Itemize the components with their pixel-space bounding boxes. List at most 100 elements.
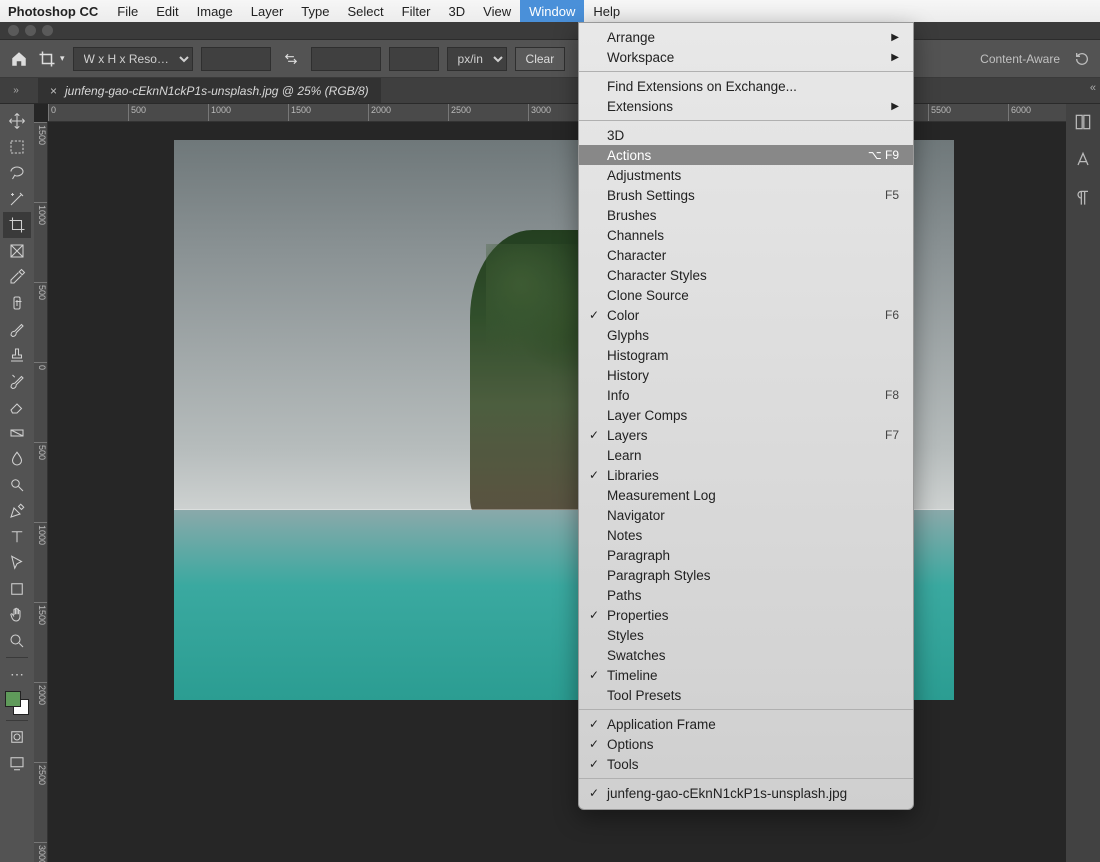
menuitem-notes[interactable]: Notes — [579, 525, 913, 545]
history-brush-tool[interactable] — [3, 368, 31, 394]
menuitem-tools[interactable]: ✓Tools — [579, 754, 913, 774]
stamp-tool[interactable] — [3, 342, 31, 368]
quickmask-button[interactable] — [3, 724, 31, 750]
menuitem-brush-settings[interactable]: Brush SettingsF5 — [579, 185, 913, 205]
document-tabbar: × junfeng-gao-cEknN1ckP1s-unsplash.jpg @… — [0, 78, 1100, 104]
move-tool[interactable] — [3, 108, 31, 134]
traffic-close-icon[interactable] — [8, 25, 19, 36]
hand-tool[interactable] — [3, 602, 31, 628]
paragraph-panel-icon[interactable] — [1073, 188, 1093, 208]
menuitem-extensions[interactable]: Extensions▶ — [579, 96, 913, 116]
edit-toolbar-button[interactable]: ⋯ — [3, 661, 31, 687]
menu-help[interactable]: Help — [584, 0, 629, 22]
document-tab[interactable]: × junfeng-gao-cEknN1ckP1s-unsplash.jpg @… — [38, 78, 381, 103]
panel-fold-icon[interactable]: » — [0, 80, 32, 100]
adjustments-panel-icon[interactable] — [1073, 112, 1093, 132]
menuitem-glyphs[interactable]: Glyphs — [579, 325, 913, 345]
zoom-tool[interactable] — [3, 628, 31, 654]
reset-icon[interactable] — [1072, 49, 1092, 69]
ruler-vertical: 150010005000500100015002000250030003500 — [34, 122, 48, 862]
menuitem-libraries[interactable]: ✓Libraries — [579, 465, 913, 485]
menuitem-measurement-log[interactable]: Measurement Log — [579, 485, 913, 505]
menu-image[interactable]: Image — [188, 0, 242, 22]
frame-tool[interactable] — [3, 238, 31, 264]
ratio-preset-select[interactable]: W x H x Reso… — [73, 47, 193, 71]
menuitem-styles[interactable]: Styles — [579, 625, 913, 645]
healing-tool[interactable] — [3, 290, 31, 316]
menuitem-swatches[interactable]: Swatches — [579, 645, 913, 665]
menuitem-workspace[interactable]: Workspace▶ — [579, 47, 913, 67]
menuitem-adjustments[interactable]: Adjustments — [579, 165, 913, 185]
brush-tool[interactable] — [3, 316, 31, 342]
foreground-color-swatch[interactable] — [5, 691, 21, 707]
close-tab-icon[interactable]: × — [50, 84, 57, 98]
menuitem-color[interactable]: ✓ColorF6 — [579, 305, 913, 325]
pen-tool[interactable] — [3, 498, 31, 524]
menuitem-layers[interactable]: ✓LayersF7 — [579, 425, 913, 445]
menuitem-navigator[interactable]: Navigator — [579, 505, 913, 525]
menuitem-options[interactable]: ✓Options — [579, 734, 913, 754]
crop-tool[interactable] — [3, 212, 31, 238]
menuitem-learn[interactable]: Learn — [579, 445, 913, 465]
menuitem-find-extensions-on-exchange-[interactable]: Find Extensions on Exchange... — [579, 76, 913, 96]
marquee-tool[interactable] — [3, 134, 31, 160]
menu-layer[interactable]: Layer — [242, 0, 293, 22]
right-dock — [1066, 104, 1100, 862]
menuitem-timeline[interactable]: ✓Timeline — [579, 665, 913, 685]
menuitem-tool-presets[interactable]: Tool Presets — [579, 685, 913, 705]
menuitem-histogram[interactable]: Histogram — [579, 345, 913, 365]
menuitem-application-frame[interactable]: ✓Application Frame — [579, 714, 913, 734]
menu-select[interactable]: Select — [338, 0, 392, 22]
crop-tool-indicator[interactable]: ▾ — [38, 50, 65, 68]
traffic-min-icon[interactable] — [25, 25, 36, 36]
menuitem-clone-source[interactable]: Clone Source — [579, 285, 913, 305]
menuitem-paths[interactable]: Paths — [579, 585, 913, 605]
width-input[interactable] — [201, 47, 271, 71]
menu-filter[interactable]: Filter — [393, 0, 440, 22]
eraser-tool[interactable] — [3, 394, 31, 420]
dodge-tool[interactable] — [3, 472, 31, 498]
menuitem-3d[interactable]: 3D — [579, 125, 913, 145]
menuitem-channels[interactable]: Channels — [579, 225, 913, 245]
menu-view[interactable]: View — [474, 0, 520, 22]
gradient-tool[interactable] — [3, 420, 31, 446]
menuitem-properties[interactable]: ✓Properties — [579, 605, 913, 625]
height-input[interactable] — [311, 47, 381, 71]
eyedropper-tool[interactable] — [3, 264, 31, 290]
shape-tool[interactable] — [3, 576, 31, 602]
unit-select[interactable]: px/in — [447, 47, 507, 71]
menuitem-brushes[interactable]: Brushes — [579, 205, 913, 225]
menuitem-junfeng-gao-ceknn1ckp1s-unsplash-jpg[interactable]: ✓junfeng-gao-cEknN1ckP1s-unsplash.jpg — [579, 783, 913, 803]
menu-3d[interactable]: 3D — [440, 0, 475, 22]
resolution-input[interactable] — [389, 47, 439, 71]
screenmode-button[interactable] — [3, 750, 31, 776]
path-select-tool[interactable] — [3, 550, 31, 576]
menuitem-layer-comps[interactable]: Layer Comps — [579, 405, 913, 425]
menu-edit[interactable]: Edit — [147, 0, 187, 22]
window-menu-dropdown: Arrange▶Workspace▶ Find Extensions on Exc… — [578, 22, 914, 810]
magic-wand-tool[interactable] — [3, 186, 31, 212]
menuitem-character-styles[interactable]: Character Styles — [579, 265, 913, 285]
menu-type[interactable]: Type — [292, 0, 338, 22]
lasso-tool[interactable] — [3, 160, 31, 186]
menuitem-arrange[interactable]: Arrange▶ — [579, 27, 913, 47]
traffic-max-icon[interactable] — [42, 25, 53, 36]
expand-panels-icon[interactable]: « — [1090, 82, 1096, 94]
color-swatches[interactable] — [3, 689, 31, 717]
blur-tool[interactable] — [3, 446, 31, 472]
menuitem-history[interactable]: History — [579, 365, 913, 385]
menuitem-info[interactable]: InfoF8 — [579, 385, 913, 405]
options-bar: ▾ W x H x Reso… px/in Clear Content-Awar… — [0, 40, 1100, 78]
home-button[interactable] — [8, 48, 30, 70]
clear-button[interactable]: Clear — [515, 47, 566, 71]
document-tab-title: junfeng-gao-cEknN1ckP1s-unsplash.jpg @ 2… — [65, 84, 369, 98]
menu-window[interactable]: Window — [520, 0, 584, 22]
menuitem-actions[interactable]: Actions⌥ F9 — [579, 145, 913, 165]
type-tool[interactable] — [3, 524, 31, 550]
menuitem-paragraph-styles[interactable]: Paragraph Styles — [579, 565, 913, 585]
menuitem-character[interactable]: Character — [579, 245, 913, 265]
character-panel-icon[interactable] — [1073, 150, 1093, 170]
menuitem-paragraph[interactable]: Paragraph — [579, 545, 913, 565]
menu-file[interactable]: File — [108, 0, 147, 22]
swap-dimensions-button[interactable] — [279, 47, 303, 71]
